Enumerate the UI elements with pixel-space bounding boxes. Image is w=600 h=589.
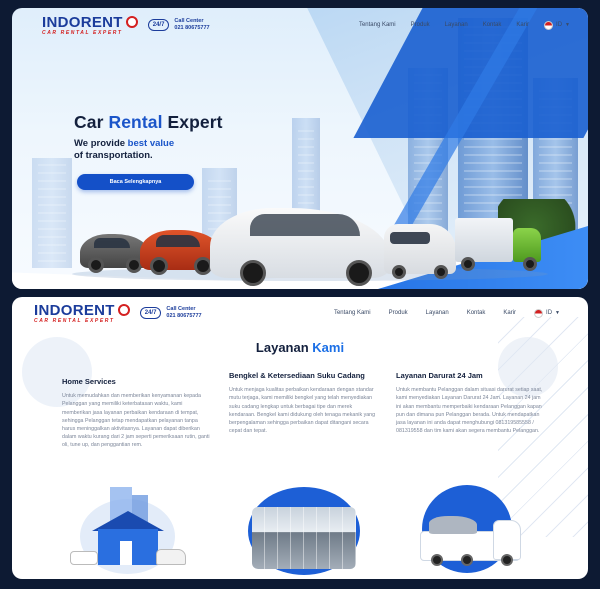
- service-title: Layanan Darurat 24 Jam: [396, 371, 483, 380]
- nav-kontak[interactable]: Kontak: [483, 22, 502, 28]
- top-navbar: INDORENT CAR RENTAL EXPERT 24/7 Call Cen…: [12, 8, 588, 42]
- service-title: Bengkel & Ketersediaan Suku Cadang: [229, 371, 365, 380]
- logo-text: INDORENT: [42, 13, 123, 31]
- service-card-home: Home Services Untuk memudahkan dan membe…: [62, 377, 212, 450]
- logo-badge-icon: [125, 16, 138, 28]
- workshop-photo: [244, 481, 364, 576]
- home-service-illustration: [70, 481, 190, 576]
- section-title: Layanan Kami: [255, 340, 345, 355]
- nav-karir[interactable]: Karir: [503, 310, 516, 316]
- service-card-emergency: Layanan Darurat 24 Jam Untuk membantu Pe…: [396, 371, 546, 435]
- read-more-button[interactable]: Baca Selengkapnya: [77, 174, 194, 190]
- chevron-down-icon: ▼: [555, 310, 560, 316]
- indonesia-flag-icon: [534, 308, 544, 318]
- logo-badge-icon: [117, 304, 130, 316]
- hero-text: Car Rental Expert We provide best value o…: [74, 112, 224, 162]
- call-center[interactable]: 24/7 Call Center 021 80675777: [139, 306, 202, 320]
- nav-tentang-kami[interactable]: Tentang Kami: [359, 22, 396, 28]
- nav-karir[interactable]: Karir: [516, 22, 529, 28]
- main-nav: Tentang Kami Produk Layanan Kontak Karir…: [359, 20, 570, 30]
- nav-produk[interactable]: Produk: [411, 22, 430, 28]
- skyscraper-image: [32, 158, 72, 268]
- logo-tagline: CAR RENTAL EXPERT: [34, 317, 115, 324]
- main-nav: Tentang Kami Produk Layanan Kontak Karir…: [334, 308, 560, 318]
- badge-247: 24/7: [139, 307, 162, 319]
- logo-tagline: CAR RENTAL EXPERT: [42, 29, 123, 36]
- call-center-number: 021 80675777: [174, 25, 210, 31]
- badge-247: 24/7: [147, 19, 170, 31]
- service-title: Home Services: [62, 377, 116, 386]
- nav-layanan[interactable]: Layanan: [426, 310, 449, 316]
- nav-tentang-kami[interactable]: Tentang Kami: [334, 310, 371, 316]
- service-description: Untuk membantu Pelanggan dalam situasi d…: [396, 387, 543, 435]
- hero-section: INDORENT CAR RENTAL EXPERT 24/7 Call Cen…: [12, 8, 588, 289]
- services-section: INDORENT CAR RENTAL EXPERT 24/7 Call Cen…: [12, 297, 588, 579]
- language-selector[interactable]: ID ▼: [544, 20, 570, 30]
- call-center-number: 021 80675777: [166, 313, 202, 319]
- service-description: Untuk memudahkan dan memberikan kenyaman…: [62, 393, 210, 449]
- call-center-label: Call Center: [166, 306, 196, 313]
- hero-subtitle: We provide best value of transportation.: [74, 138, 175, 161]
- nav-layanan[interactable]: Layanan: [445, 22, 468, 28]
- indonesia-flag-icon: [544, 20, 554, 30]
- nav-produk[interactable]: Produk: [389, 310, 408, 316]
- indorent-logo[interactable]: INDORENT CAR RENTAL EXPERT: [34, 303, 130, 324]
- hero-title: Car Rental Expert: [74, 112, 223, 132]
- language-code: ID: [546, 310, 553, 316]
- white-van-image: [384, 224, 456, 279]
- tow-truck-illustration: [410, 481, 530, 576]
- language-selector[interactable]: ID ▼: [534, 308, 560, 318]
- white-mpv-image: [210, 208, 390, 286]
- chevron-down-icon: ▼: [565, 22, 570, 28]
- indorent-logo[interactable]: INDORENT CAR RENTAL EXPERT: [42, 15, 138, 36]
- call-center[interactable]: 24/7 Call Center 021 80675777: [147, 18, 210, 32]
- service-card-workshop: Bengkel & Ketersediaan Suku Cadang Untuk…: [229, 371, 379, 435]
- service-description: Untuk menjaga kualitas perbaikan kendara…: [229, 387, 376, 435]
- call-center-label: Call Center: [174, 18, 204, 25]
- language-code: ID: [556, 22, 563, 28]
- top-navbar: INDORENT CAR RENTAL EXPERT 24/7 Call Cen…: [12, 297, 588, 329]
- nav-kontak[interactable]: Kontak: [467, 310, 486, 316]
- logo-text: INDORENT: [34, 301, 115, 319]
